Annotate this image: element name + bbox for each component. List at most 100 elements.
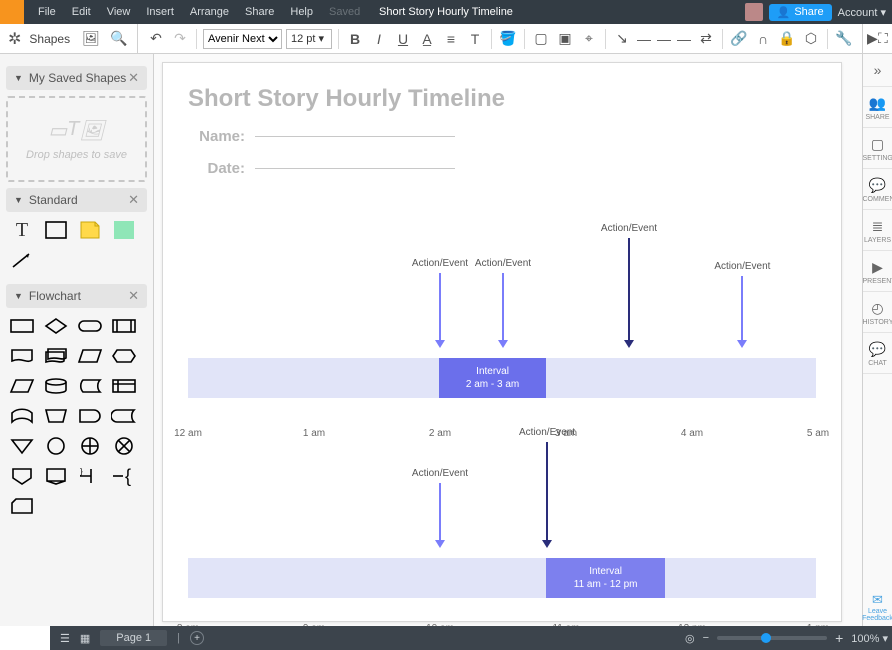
fc-card[interactable] xyxy=(8,494,36,518)
rs-present[interactable]: ▶PRESENT xyxy=(863,251,892,292)
feedback-link[interactable]: ✉Leave Feedback xyxy=(862,588,892,626)
event-arrow[interactable] xyxy=(741,276,743,348)
lock-icon[interactable]: 🔒 xyxy=(777,29,797,49)
event-arrow[interactable] xyxy=(439,483,441,548)
present-small-icon[interactable]: ▶ xyxy=(867,29,878,49)
standard-header[interactable]: ▼ Standard ✕ xyxy=(6,188,147,212)
fc-storage[interactable] xyxy=(76,374,104,398)
rs-share[interactable]: 👥SHARE xyxy=(863,87,892,128)
rs-chat[interactable]: 💬CHAT xyxy=(863,333,892,374)
fc-tape[interactable] xyxy=(8,404,36,428)
link-icon[interactable]: 🔗 xyxy=(729,29,749,49)
text-color-icon[interactable]: A̲ xyxy=(417,29,437,49)
app-logo[interactable] xyxy=(0,0,24,24)
fc-brace[interactable]: { xyxy=(110,464,138,488)
timeline-1[interactable]: Interval 2 am - 3 am xyxy=(188,358,816,398)
menu-view[interactable]: View xyxy=(99,6,139,18)
page-tab[interactable]: Page 1 xyxy=(100,630,167,646)
page[interactable]: Short Story Hourly Timeline Name: Date: … xyxy=(162,62,842,622)
fc-annot[interactable]: } xyxy=(76,464,104,488)
event-label[interactable]: Action/Event xyxy=(714,261,770,272)
fc-decision[interactable] xyxy=(42,314,70,338)
page-title[interactable]: Short Story Hourly Timeline xyxy=(188,85,505,113)
fc-document[interactable] xyxy=(8,344,36,368)
fc-multidoc[interactable] xyxy=(42,344,70,368)
position-icon[interactable]: ⌖ xyxy=(579,29,599,49)
add-page-button[interactable]: + xyxy=(190,631,204,645)
fc-predef[interactable] xyxy=(110,314,138,338)
magnet-icon[interactable]: ∩ xyxy=(753,29,773,49)
rs-layers[interactable]: ≣LAYERS xyxy=(863,210,892,251)
shape-note[interactable] xyxy=(76,218,104,242)
event-arrow[interactable] xyxy=(628,238,630,348)
line-end-icon[interactable]: ⇄ xyxy=(696,29,716,49)
fc-stored[interactable] xyxy=(110,404,138,428)
rs-history[interactable]: ◴HISTORY xyxy=(863,292,892,333)
fc-manual[interactable] xyxy=(42,404,70,428)
shapes-gear-icon[interactable]: ✲ xyxy=(8,29,21,49)
menu-share[interactable]: Share xyxy=(237,6,282,18)
event-arrow[interactable] xyxy=(502,273,504,348)
account-menu[interactable]: Account ▾ xyxy=(838,6,886,19)
menu-arrange[interactable]: Arrange xyxy=(182,6,237,18)
target-icon[interactable]: ◎ xyxy=(685,632,695,645)
interval-1[interactable]: Interval 2 am - 3 am xyxy=(439,358,546,398)
event-label[interactable]: Action/Event xyxy=(519,427,575,438)
interval-2[interactable]: Interval 11 am - 12 pm xyxy=(546,558,665,598)
fc-internal[interactable] xyxy=(110,374,138,398)
name-field-line[interactable] xyxy=(255,136,455,137)
close-icon[interactable]: ✕ xyxy=(128,192,139,208)
shape-arrow[interactable] xyxy=(8,248,36,272)
fc-offpage[interactable] xyxy=(8,464,36,488)
list-view-icon[interactable]: ☰ xyxy=(60,632,70,645)
fc-process[interactable] xyxy=(8,314,36,338)
flowchart-header[interactable]: ▼ Flowchart ✕ xyxy=(6,284,147,308)
event-arrow[interactable] xyxy=(439,273,441,348)
shape-text[interactable]: T xyxy=(8,218,36,242)
align-icon[interactable]: ≡ xyxy=(441,29,461,49)
text-options-icon[interactable]: T xyxy=(465,29,485,49)
fc-connector[interactable] xyxy=(42,434,70,458)
fc-database[interactable] xyxy=(42,374,70,398)
line-style-2-icon[interactable]: — xyxy=(656,29,672,49)
event-label[interactable]: Action/Event xyxy=(475,258,531,269)
fc-merge[interactable] xyxy=(8,434,36,458)
fc-data[interactable] xyxy=(8,374,36,398)
fc-prep[interactable] xyxy=(110,344,138,368)
fill-icon[interactable]: 🪣 xyxy=(498,29,518,49)
fc-delay[interactable] xyxy=(76,404,104,428)
fc-display[interactable] xyxy=(42,464,70,488)
event-label[interactable]: Action/Event xyxy=(412,468,468,479)
fc-or[interactable] xyxy=(76,434,104,458)
fullscreen-icon[interactable]: ⛶ xyxy=(878,29,888,49)
grid-view-icon[interactable]: ▦ xyxy=(80,632,90,645)
redo-icon[interactable]: ↷ xyxy=(170,29,190,49)
rs-comment[interactable]: 💬COMMENT xyxy=(863,169,892,210)
share-button[interactable]: 👤Share xyxy=(769,4,832,21)
shape-options-icon[interactable]: ▣ xyxy=(555,29,575,49)
font-size-field[interactable]: 12 pt ▾ xyxy=(286,29,332,49)
menu-file[interactable]: File xyxy=(30,6,64,18)
saved-shapes-dropzone[interactable]: ▭T🖼 Drop shapes to save xyxy=(6,96,147,182)
line-style-3-icon[interactable]: — xyxy=(676,29,692,49)
wrench-icon[interactable]: 🔧 xyxy=(834,29,854,49)
zoom-value[interactable]: 100% ▾ xyxy=(851,632,888,645)
saved-shapes-header[interactable]: ▼ My Saved Shapes ✕ xyxy=(6,66,147,90)
collapse-button[interactable]: » xyxy=(863,54,892,87)
image-icon[interactable]: 🖼 xyxy=(81,29,101,49)
search-icon[interactable]: 🔍 xyxy=(109,29,129,49)
line-start-icon[interactable]: ↘ xyxy=(612,29,632,49)
event-arrow[interactable] xyxy=(546,442,548,548)
rs-settings[interactable]: ▢SETTINGS xyxy=(863,128,892,169)
bold-icon[interactable]: B xyxy=(345,29,365,49)
zoom-out-icon[interactable]: − xyxy=(703,632,709,644)
zoom-slider[interactable] xyxy=(717,636,827,640)
zoom-in-icon[interactable]: + xyxy=(835,630,843,646)
shape-rect[interactable] xyxy=(42,218,70,242)
border-icon[interactable]: ▢ xyxy=(531,29,551,49)
underline-icon[interactable]: U xyxy=(393,29,413,49)
menu-help[interactable]: Help xyxy=(282,6,321,18)
fc-input[interactable] xyxy=(76,344,104,368)
canvas[interactable]: Short Story Hourly Timeline Name: Date: … xyxy=(154,54,862,626)
italic-icon[interactable]: I xyxy=(369,29,389,49)
